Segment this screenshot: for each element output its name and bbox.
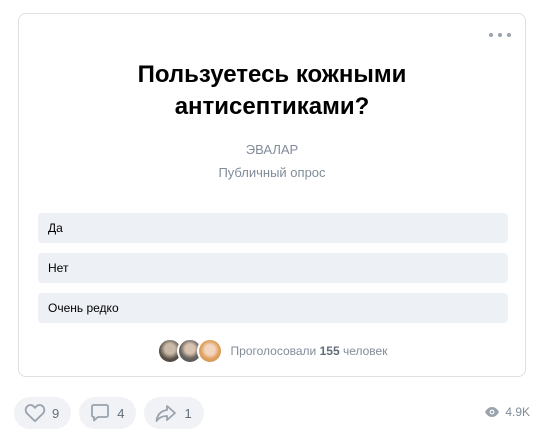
poll-options: Да Нет Очень редко bbox=[38, 213, 508, 333]
heart-icon bbox=[24, 404, 46, 423]
poll-option-rarely[interactable]: Очень редко bbox=[38, 293, 508, 323]
poll-type-label: Публичный опрос bbox=[218, 165, 326, 180]
voters-text: Проголосовали 155 человек bbox=[231, 344, 388, 358]
voters-prefix: Проголосовали bbox=[230, 344, 317, 358]
avatar bbox=[196, 338, 223, 364]
poll-option-no[interactable]: Нет bbox=[38, 253, 508, 283]
more-dot bbox=[507, 33, 511, 37]
comment-button[interactable]: 4 bbox=[79, 397, 137, 429]
more-options-button[interactable] bbox=[489, 28, 511, 42]
poll-author-link[interactable]: ЭВАЛАР bbox=[19, 142, 525, 158]
poll-card: Пользуетесь кожными антисептиками? ЭВАЛА… bbox=[18, 13, 526, 377]
more-horizontal-icon bbox=[489, 33, 493, 37]
poll-title: Пользуетесь кожными антисептиками? bbox=[137, 61, 407, 120]
share-count: 1 bbox=[184, 405, 192, 421]
eye-icon bbox=[485, 407, 500, 417]
like-count: 9 bbox=[52, 405, 60, 421]
views-counter: 4.9K bbox=[484, 405, 530, 419]
voter-avatars bbox=[156, 338, 223, 364]
post-action-bar: 9 4 1 bbox=[14, 397, 204, 429]
voters-suffix: человек bbox=[342, 344, 388, 358]
share-button[interactable]: 1 bbox=[144, 397, 204, 429]
more-dot bbox=[498, 33, 502, 37]
share-icon bbox=[156, 405, 177, 422]
poll-option-yes[interactable]: Да bbox=[38, 213, 508, 243]
voters-count: 155 bbox=[319, 344, 340, 358]
views-count: 4.9K bbox=[505, 405, 530, 419]
voters-summary[interactable]: Проголосовали 155 человек bbox=[19, 338, 525, 364]
comment-count: 4 bbox=[117, 405, 125, 421]
comment-icon bbox=[91, 404, 110, 422]
like-button[interactable]: 9 bbox=[14, 397, 72, 429]
